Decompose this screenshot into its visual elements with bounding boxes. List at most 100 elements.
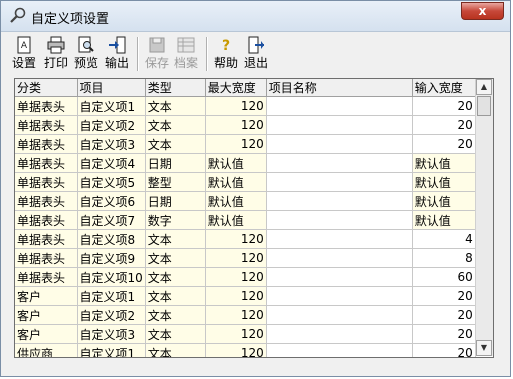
table-cell[interactable]: 默认值 xyxy=(205,172,267,192)
table-cell[interactable]: 默认值 xyxy=(205,153,267,173)
table-cell[interactable] xyxy=(266,324,413,344)
exit-button[interactable]: 退出 xyxy=(243,35,269,72)
table-row[interactable]: 单据表头 自定义项6 日期 默认值 默认值 xyxy=(15,191,476,211)
table-cell[interactable] xyxy=(266,267,413,287)
table-cell[interactable]: 120 xyxy=(205,134,267,154)
table-cell[interactable]: 自定义项7 xyxy=(77,210,146,230)
table-cell[interactable]: 自定义项2 xyxy=(77,115,146,135)
scrollbar-thumb[interactable] xyxy=(477,96,491,116)
table-cell[interactable]: 单据表头 xyxy=(15,248,78,268)
custom-items-grid[interactable]: 分类 项目 类型 最大宽度 项目名称 输入宽度 单据表头 自定义项1 文本 120 20… xyxy=(14,78,494,358)
table-cell[interactable]: 文本 xyxy=(145,248,206,268)
table-cell[interactable]: 文本 xyxy=(145,343,206,357)
preview-button[interactable]: 预览 xyxy=(73,35,99,72)
table-cell[interactable]: 120 xyxy=(205,115,267,135)
table-cell[interactable] xyxy=(266,229,413,249)
table-cell[interactable]: 自定义项2 xyxy=(77,305,146,325)
table-cell[interactable]: 文本 xyxy=(145,267,206,287)
table-cell[interactable] xyxy=(266,191,413,211)
table-cell[interactable]: 自定义项3 xyxy=(77,324,146,344)
table-cell[interactable]: 20 xyxy=(412,134,476,154)
table-cell[interactable]: 4 xyxy=(412,229,476,249)
column-header[interactable]: 项目 xyxy=(77,79,146,97)
column-header[interactable]: 最大宽度 xyxy=(205,79,267,97)
table-cell[interactable]: 120 xyxy=(205,305,267,325)
table-cell[interactable]: 单据表头 xyxy=(15,172,78,192)
table-cell[interactable] xyxy=(266,172,413,192)
table-cell[interactable]: 文本 xyxy=(145,324,206,344)
table-cell[interactable]: 20 xyxy=(412,324,476,344)
table-cell[interactable] xyxy=(266,210,413,230)
table-cell[interactable]: 自定义项10 xyxy=(77,267,146,287)
table-cell[interactable]: 20 xyxy=(412,343,476,357)
table-cell[interactable]: 单据表头 xyxy=(15,96,78,116)
column-header[interactable]: 输入宽度 xyxy=(412,79,476,97)
table-row[interactable]: 单据表头 自定义项1 文本 120 20 xyxy=(15,96,476,116)
table-cell[interactable]: 单据表头 xyxy=(15,115,78,135)
table-cell[interactable]: 单据表头 xyxy=(15,267,78,287)
table-cell[interactable] xyxy=(266,96,413,116)
table-cell[interactable]: 默认值 xyxy=(412,210,476,230)
table-cell[interactable]: 日期 xyxy=(145,153,206,173)
scroll-up-arrow-icon[interactable]: ▲ xyxy=(476,79,492,95)
print-button[interactable]: 打印 xyxy=(43,35,69,72)
table-row[interactable]: 客户 自定义项2 文本 120 20 xyxy=(15,305,476,325)
table-cell[interactable]: 自定义项5 xyxy=(77,172,146,192)
table-cell[interactable]: 文本 xyxy=(145,115,206,135)
table-cell[interactable]: 默认值 xyxy=(412,172,476,192)
table-cell[interactable]: 120 xyxy=(205,324,267,344)
table-cell[interactable]: 文本 xyxy=(145,229,206,249)
table-row[interactable]: 客户 自定义项3 文本 120 20 xyxy=(15,324,476,344)
table-cell[interactable] xyxy=(266,305,413,325)
table-cell[interactable]: 自定义项9 xyxy=(77,248,146,268)
table-cell[interactable] xyxy=(266,343,413,357)
table-cell[interactable]: 默认值 xyxy=(412,153,476,173)
table-cell[interactable]: 20 xyxy=(412,305,476,325)
table-cell[interactable]: 自定义项8 xyxy=(77,229,146,249)
table-cell[interactable]: 文本 xyxy=(145,305,206,325)
table-cell[interactable]: 120 xyxy=(205,267,267,287)
table-cell[interactable]: 20 xyxy=(412,115,476,135)
table-cell[interactable]: 文本 xyxy=(145,134,206,154)
table-cell[interactable] xyxy=(266,115,413,135)
table-cell[interactable]: 20 xyxy=(412,96,476,116)
table-cell[interactable]: 默认值 xyxy=(412,191,476,211)
table-cell[interactable]: 整型 xyxy=(145,172,206,192)
table-cell[interactable]: 自定义项1 xyxy=(77,343,146,357)
help-button[interactable]: ? 帮助 xyxy=(213,35,239,72)
table-cell[interactable]: 单据表头 xyxy=(15,134,78,154)
table-cell[interactable]: 默认值 xyxy=(205,210,267,230)
table-row[interactable]: 单据表头 自定义项5 整型 默认值 默认值 xyxy=(15,172,476,192)
table-cell[interactable]: 自定义项1 xyxy=(77,96,146,116)
table-row[interactable]: 单据表头 自定义项2 文本 120 20 xyxy=(15,115,476,135)
table-row[interactable]: 单据表头 自定义项8 文本 120 4 xyxy=(15,229,476,249)
table-cell[interactable]: 日期 xyxy=(145,191,206,211)
table-cell[interactable]: 120 xyxy=(205,248,267,268)
table-cell[interactable]: 8 xyxy=(412,248,476,268)
table-row[interactable]: 单据表头 自定义项9 文本 120 8 xyxy=(15,248,476,268)
table-cell[interactable] xyxy=(266,134,413,154)
table-cell[interactable]: 20 xyxy=(412,286,476,306)
table-row[interactable]: 单据表头 自定义项7 数字 默认值 默认值 xyxy=(15,210,476,230)
table-row[interactable]: 供应商 自定义项1 文本 120 20 xyxy=(15,343,476,357)
table-cell[interactable]: 客户 xyxy=(15,305,78,325)
table-cell[interactable]: 自定义项4 xyxy=(77,153,146,173)
archive-button[interactable]: 档案 xyxy=(173,35,199,72)
table-cell[interactable] xyxy=(266,153,413,173)
column-header[interactable]: 分类 xyxy=(15,79,78,97)
close-button[interactable]: x xyxy=(461,2,504,20)
table-row[interactable]: 单据表头 自定义项3 文本 120 20 xyxy=(15,134,476,154)
export-button[interactable]: 输出 xyxy=(104,35,130,72)
table-cell[interactable]: 客户 xyxy=(15,286,78,306)
table-cell[interactable]: 120 xyxy=(205,96,267,116)
table-cell[interactable]: 客户 xyxy=(15,324,78,344)
table-row[interactable]: 单据表头 自定义项4 日期 默认值 默认值 xyxy=(15,153,476,173)
table-cell[interactable]: 单据表头 xyxy=(15,210,78,230)
table-cell[interactable]: 文本 xyxy=(145,286,206,306)
table-cell[interactable]: 120 xyxy=(205,229,267,249)
table-cell[interactable]: 自定义项3 xyxy=(77,134,146,154)
settings-button[interactable]: A 设置 xyxy=(11,35,37,72)
table-row[interactable]: 客户 自定义项1 文本 120 20 xyxy=(15,286,476,306)
table-cell[interactable]: 自定义项6 xyxy=(77,191,146,211)
table-cell[interactable]: 单据表头 xyxy=(15,153,78,173)
